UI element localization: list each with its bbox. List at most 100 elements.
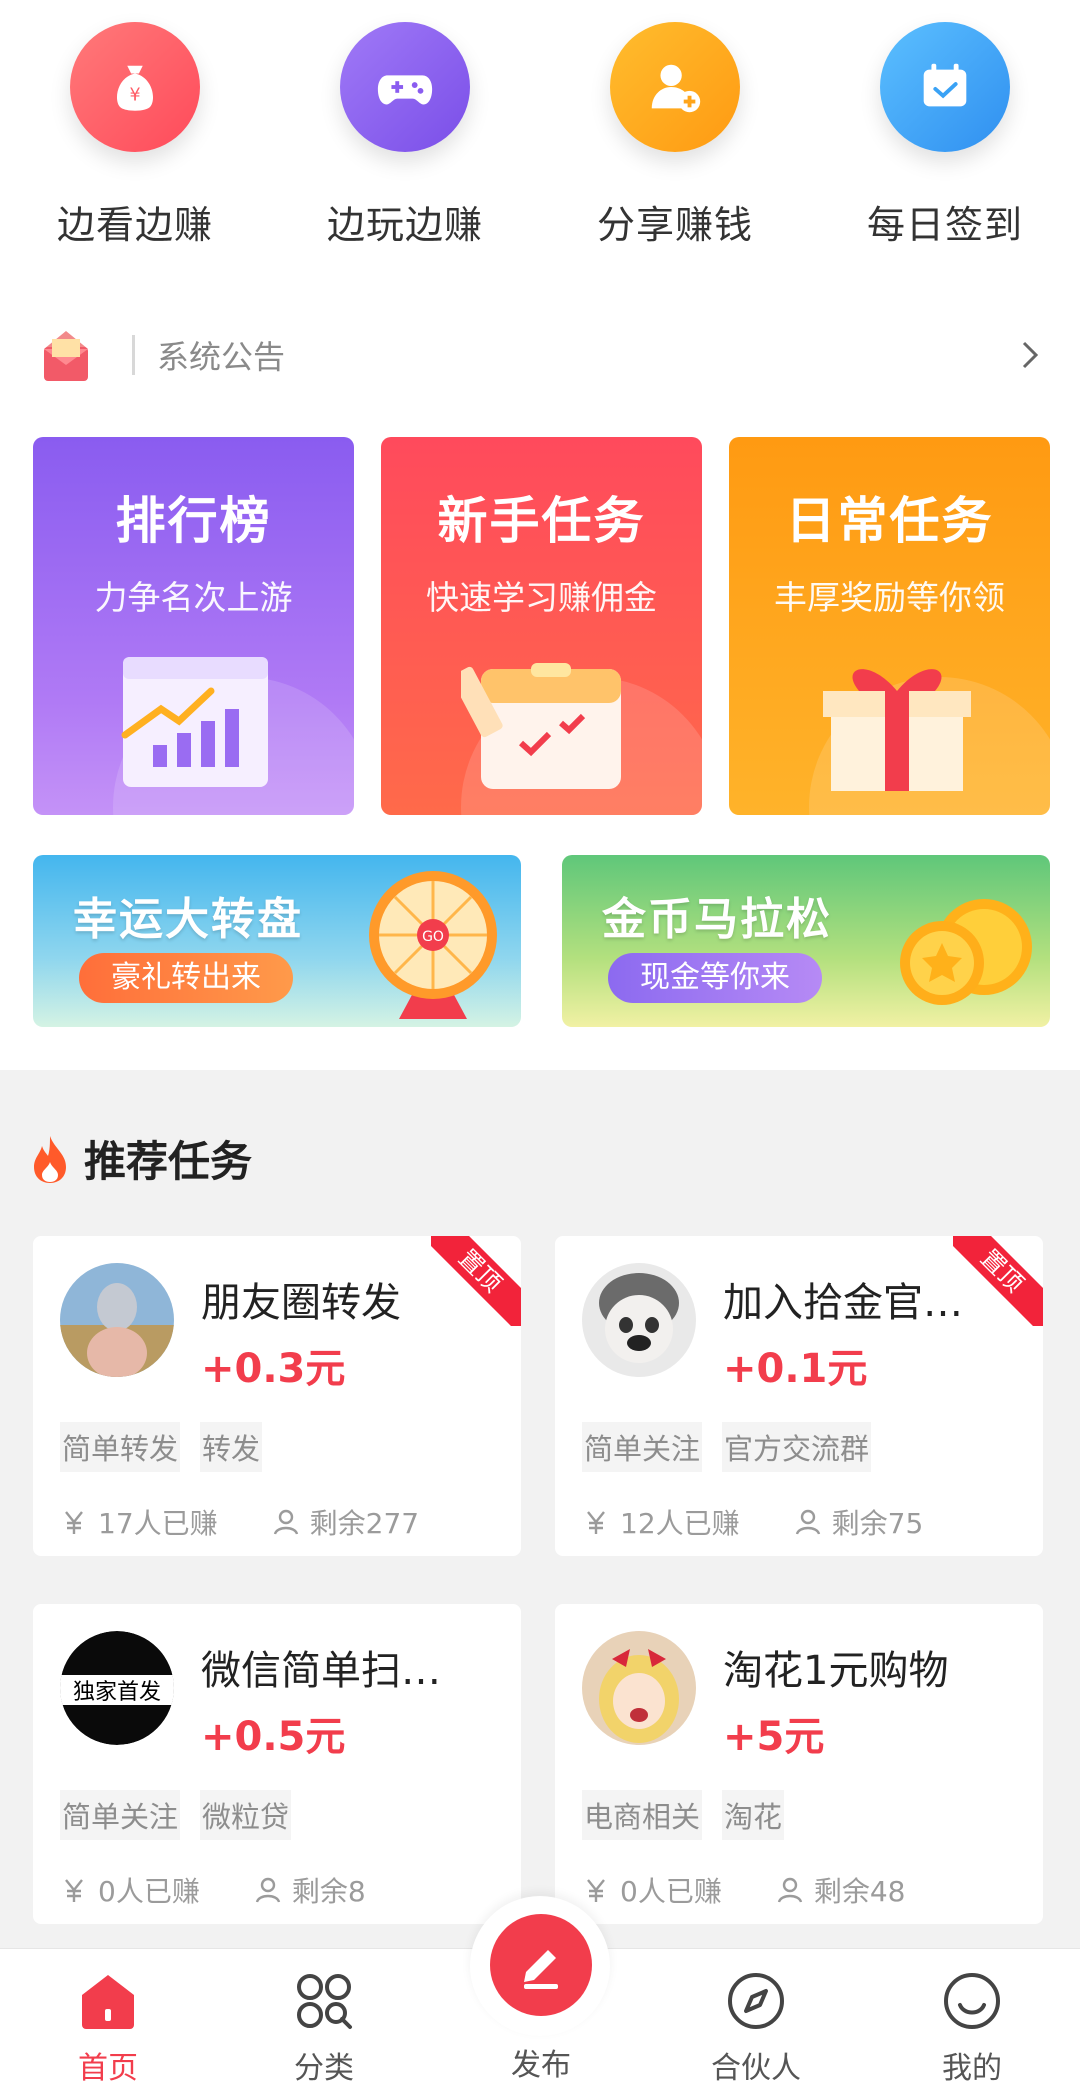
- pinned-badge: 置顶: [431, 1236, 521, 1326]
- yuan-icon: [587, 1511, 605, 1534]
- tab-home[interactable]: 首页: [0, 1949, 216, 2093]
- pinned-label: 置顶: [953, 1236, 1043, 1326]
- money-bag-icon: ¥: [70, 22, 200, 152]
- task-stats: 0人已赚 剩余8: [60, 1870, 420, 1910]
- task-card[interactable]: 加入拾金官… +0.1元 置顶 简单关注 官方交流群 12人已赚 剩余75: [555, 1236, 1043, 1556]
- quick-entry-daily-checkin[interactable]: 每日签到: [810, 22, 1080, 262]
- pinned-label: 置顶: [431, 1236, 521, 1326]
- earned-count: 12人已赚: [620, 1507, 740, 1540]
- tag: 微粒贷: [200, 1790, 292, 1840]
- remaining-count: 剩余48: [813, 1875, 906, 1908]
- task-tags: 电商相关 淘花: [582, 1790, 804, 1840]
- task-reward: +0.5元: [201, 1714, 346, 1760]
- tab-partner[interactable]: 合伙人: [648, 1949, 864, 2093]
- earned-count: 0人已赚: [98, 1875, 200, 1908]
- section-title: 推荐任务: [84, 1137, 253, 1186]
- system-notice-bar[interactable]: 系统公告: [30, 310, 1050, 400]
- tab-label: 我的: [942, 2051, 1002, 2086]
- publish-button[interactable]: [490, 1914, 592, 2016]
- remaining-count: 剩余75: [831, 1507, 924, 1540]
- user-icon: [273, 1509, 298, 1535]
- avatar: [582, 1631, 696, 1745]
- card-subtitle: 力争名次上游: [94, 578, 293, 617]
- task-title: 淘花1元购物: [723, 1648, 949, 1694]
- quick-entry-watch-earn[interactable]: ¥ 边看边赚: [0, 22, 270, 262]
- recommend-header: 推荐任务: [30, 1128, 252, 1189]
- card-subtitle: 快速学习赚佣金: [426, 578, 657, 617]
- yuan-icon: [65, 1879, 83, 1902]
- avatar-logo-text: 独家首发: [73, 1680, 161, 1705]
- earned-count: 17人已赚: [98, 1507, 218, 1540]
- card-title: 日常任务: [785, 492, 994, 550]
- task-stats: 12人已赚 剩余75: [582, 1502, 977, 1542]
- tab-mine[interactable]: 我的: [864, 1949, 1080, 2093]
- task-stats: 0人已赚 剩余48: [582, 1870, 959, 1910]
- card-newbie-tasks[interactable]: 新手任务 快速学习赚佣金: [381, 437, 702, 815]
- tag: 简单关注: [60, 1790, 181, 1840]
- notice-text: 系统公告: [157, 338, 286, 376]
- tag: 淘花: [722, 1790, 785, 1840]
- chevron-right-icon: [1022, 341, 1039, 369]
- card-daily-tasks[interactable]: 日常任务 丰厚奖励等你领: [729, 437, 1050, 815]
- yuan-icon: [587, 1879, 605, 1902]
- card-ranking[interactable]: 排行榜 力争名次上游: [33, 437, 354, 815]
- add-user-icon: [610, 22, 740, 152]
- quick-entry-share-earn[interactable]: 分享赚钱: [540, 22, 810, 262]
- task-card[interactable]: 独家首发 微信简单扫… +0.5元 简单关注 微粒贷 0人已赚 剩余8: [33, 1604, 521, 1924]
- svg-text:GO: GO: [422, 929, 444, 945]
- tag: 转发: [200, 1422, 263, 1472]
- yuan-icon: [65, 1511, 83, 1534]
- banner-button[interactable]: 豪礼转出来: [79, 953, 293, 1003]
- tab-label: 合伙人: [711, 2051, 801, 2086]
- tab-label: 分类: [294, 2051, 354, 2086]
- quick-entry-label: 边玩边赚: [326, 203, 483, 247]
- user-icon: [255, 1877, 280, 1903]
- gold-coins-icon: [900, 899, 1032, 1005]
- task-title: 朋友圈转发: [201, 1280, 401, 1326]
- banner-coin-marathon[interactable]: 金币马拉松 现金等你来: [562, 855, 1050, 1027]
- category-grid-icon: [297, 1974, 352, 2029]
- tab-category[interactable]: 分类: [216, 1949, 432, 2093]
- task-stats: 17人已赚 剩余277: [60, 1502, 473, 1542]
- earned-count: 0人已赚: [620, 1875, 722, 1908]
- quick-entry-play-earn[interactable]: 边玩边赚: [270, 22, 540, 262]
- quick-entry-label: 分享赚钱: [596, 203, 753, 247]
- remaining-count: 剩余8: [291, 1875, 366, 1908]
- prize-wheel-icon: GO: [369, 871, 497, 1019]
- tag: 简单转发: [60, 1422, 181, 1472]
- quick-entry-label: 边看边赚: [56, 203, 213, 247]
- task-reward: +0.1元: [723, 1346, 868, 1392]
- banner-button[interactable]: 现金等你来: [608, 953, 822, 1003]
- fire-icon: [34, 1135, 66, 1183]
- smiley-profile-icon: [944, 1973, 1000, 2029]
- tag: 电商相关: [582, 1790, 703, 1840]
- quick-entry-label: 每日签到: [866, 203, 1023, 247]
- user-icon: [795, 1509, 820, 1535]
- task-reward: +5元: [723, 1714, 825, 1760]
- gamepad-icon: [340, 22, 470, 152]
- task-title: 加入拾金官…: [723, 1280, 963, 1326]
- task-card[interactable]: 淘花1元购物 +5元 电商相关 淘花 0人已赚 剩余48: [555, 1604, 1043, 1924]
- calendar-task-icon: [461, 663, 621, 789]
- banner-title: 幸运大转盘: [73, 894, 303, 945]
- pencil-icon: [524, 1950, 558, 1989]
- tab-label: 首页: [78, 2051, 138, 2086]
- banner-lucky-wheel[interactable]: 幸运大转盘 豪礼转出来 GO: [33, 855, 521, 1027]
- quick-entries: ¥ 边看边赚 边玩边赚 分享赚钱 每日签到: [0, 22, 1080, 262]
- task-title: 微信简单扫…: [201, 1648, 441, 1694]
- divider: [132, 335, 135, 375]
- tag: 官方交流群: [722, 1422, 872, 1472]
- gift-box-icon: [823, 669, 971, 791]
- avatar: [582, 1263, 696, 1377]
- task-tags: 简单转发 转发: [60, 1422, 282, 1472]
- remaining-count: 剩余277: [309, 1507, 420, 1540]
- feature-cards: 排行榜 力争名次上游 新手任务 快速学习赚佣金 日常任务 丰厚奖励等你领: [33, 437, 1050, 815]
- task-card[interactable]: 朋友圈转发 +0.3元 置顶 简单转发 转发 17人已赚 剩余277: [33, 1236, 521, 1556]
- card-title: 新手任务: [437, 492, 646, 550]
- bar-chart-icon: [121, 657, 268, 787]
- red-envelope-icon: [44, 331, 88, 381]
- task-tags: 简单关注 官方交流群: [582, 1422, 891, 1472]
- tag: 简单关注: [582, 1422, 703, 1472]
- home-icon: [82, 1975, 134, 2029]
- card-subtitle: 丰厚奖励等你领: [774, 578, 1005, 617]
